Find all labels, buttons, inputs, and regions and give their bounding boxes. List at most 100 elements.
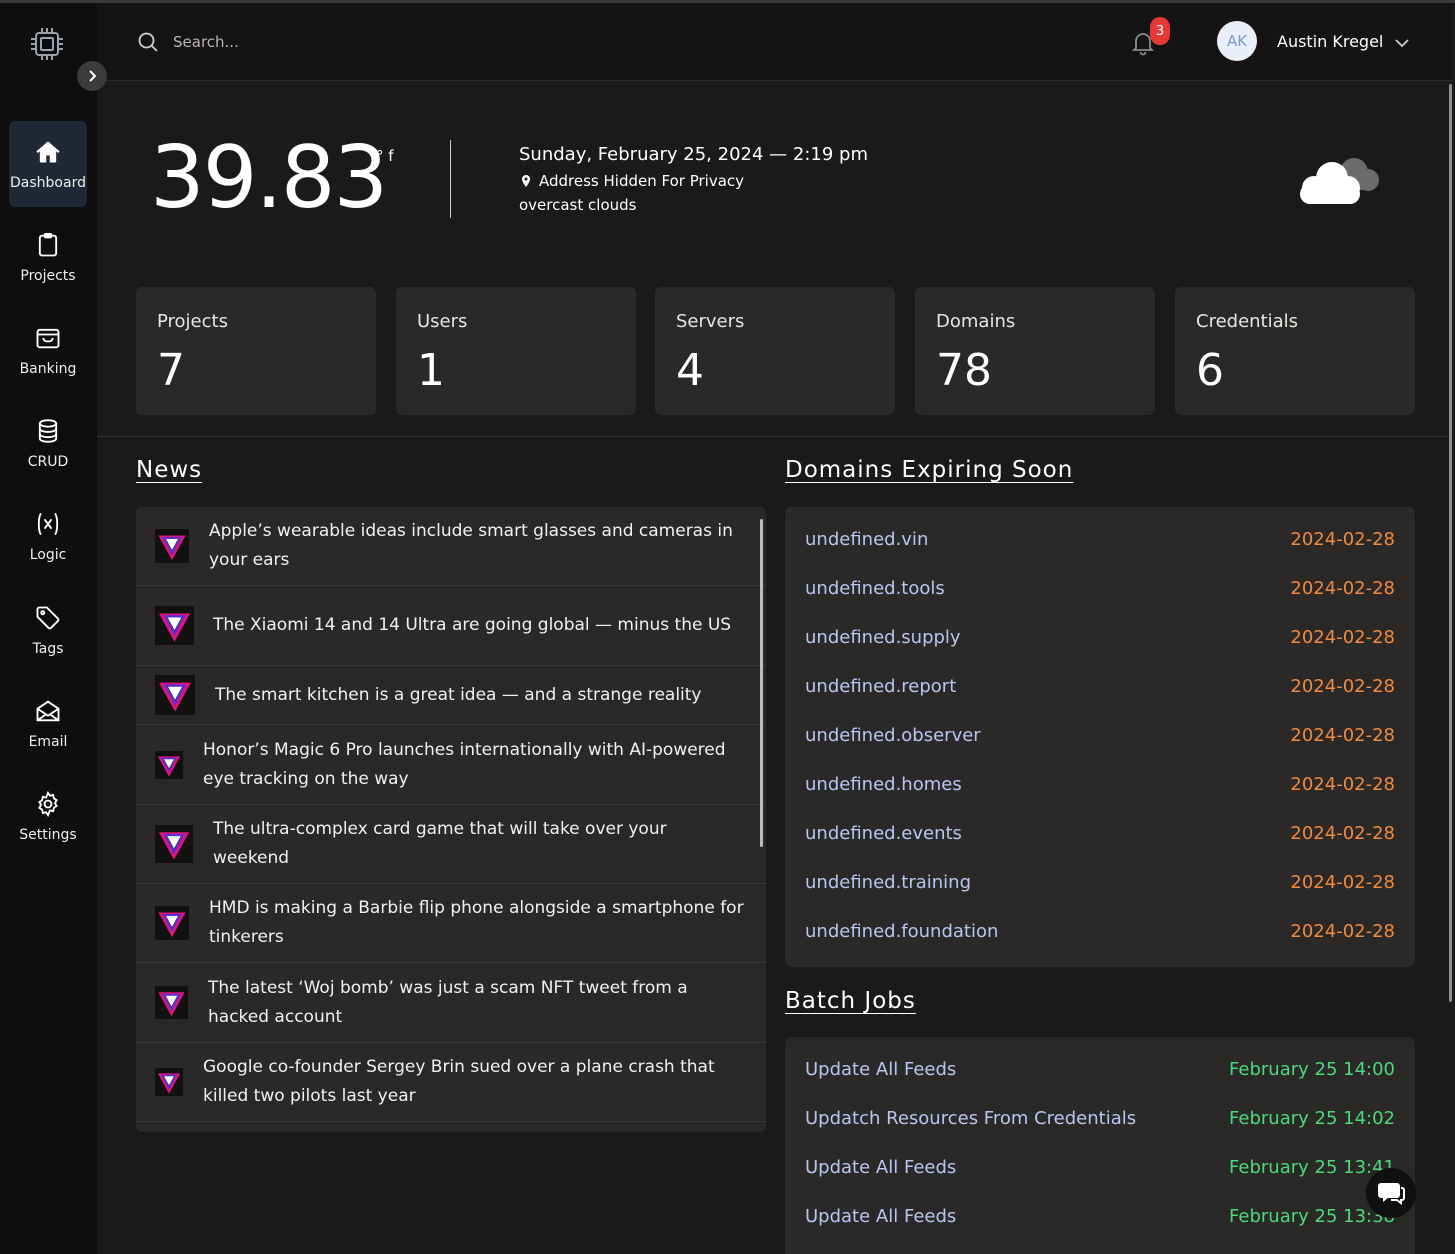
chip-logo-icon[interactable] [28, 25, 66, 63]
domain-row[interactable]: undefined.vin 2024-02-28 [805, 529, 1395, 559]
batch-job-name: Update All Feeds [805, 1206, 957, 1227]
domains-title[interactable]: Domains Expiring Soon [785, 457, 1073, 483]
stat-label: Projects [157, 311, 228, 332]
domain-row[interactable]: undefined.report 2024-02-28 [805, 676, 1395, 706]
stat-value: 7 [157, 345, 185, 396]
domains-list: undefined.vin 2024-02-28 undefined.tools… [785, 507, 1415, 967]
sidebar-item-tags[interactable]: Tags [9, 587, 87, 673]
news-item[interactable]: Google co-founder Sergey Brin sued over … [136, 1043, 766, 1122]
stat-value: 4 [676, 345, 704, 396]
news-item[interactable]: HMD is making a Barbie flip phone alongs… [136, 884, 766, 963]
sidebar-item-logic[interactable]: Logic [9, 493, 87, 579]
page-scrollbar[interactable] [1449, 84, 1452, 1002]
domain-expiry-date: 2024-02-28 [1290, 725, 1395, 746]
batch-job-name: Update All Feeds [805, 1059, 957, 1080]
search-icon [138, 32, 158, 52]
news-title[interactable]: News [136, 457, 202, 483]
domain-name: undefined.homes [805, 774, 962, 795]
chat-bubble-icon [1378, 1183, 1405, 1205]
avatar[interactable]: AK [1217, 21, 1257, 61]
domain-row[interactable]: undefined.homes 2024-02-28 [805, 774, 1395, 804]
wallet-icon [36, 328, 60, 348]
temperature-value: 39.83 [150, 128, 388, 228]
domain-expiry-date: 2024-02-28 [1290, 872, 1395, 893]
stat-label: Servers [676, 311, 745, 332]
sidebar-item-label: Banking [19, 360, 77, 377]
batch-job-row[interactable]: Update All Feeds February 25 13:38 [805, 1206, 1395, 1236]
home-icon [36, 141, 60, 162]
domain-name: undefined.foundation [805, 921, 999, 942]
domain-row[interactable]: undefined.observer 2024-02-28 [805, 725, 1395, 755]
news-item[interactable]: The ultra-complex card game that will ta… [136, 805, 766, 884]
verge-logo-icon [155, 529, 189, 563]
clipboard-icon [38, 232, 58, 256]
domain-row[interactable]: undefined.training 2024-02-28 [805, 872, 1395, 902]
news-item[interactable]: The latest ‘Woj bomb’ was just a scam NF… [136, 963, 766, 1043]
verge-logo-icon [155, 750, 183, 779]
map-pin-icon [522, 175, 530, 187]
search-input[interactable] [173, 27, 573, 57]
sidebar-item-label: Tags [32, 640, 64, 657]
sidebar-item-label: CRUD [27, 453, 69, 470]
sidebar-item-dashboard[interactable]: Dashboard [9, 121, 87, 207]
domain-name: undefined.training [805, 872, 972, 893]
sidebar-item-label: Projects [20, 267, 76, 284]
stat-card-domains[interactable]: Domains 78 [915, 287, 1155, 415]
news-item[interactable]: Apple’s wearable ideas include smart gla… [136, 507, 766, 586]
news-item[interactable]: The Xiaomi 14 and 14 Ultra are going glo… [136, 586, 766, 666]
tag-icon [36, 606, 60, 629]
chat-button[interactable] [1366, 1168, 1416, 1218]
stat-card-projects[interactable]: Projects 7 [136, 287, 376, 415]
sidebar-item-label: Logic [29, 546, 67, 563]
sidebar-item-settings[interactable]: Settings [9, 773, 87, 859]
stat-card-users[interactable]: Users 1 [396, 287, 636, 415]
sidebar-toggle-button[interactable] [77, 61, 107, 91]
sidebar-item-banking[interactable]: Banking [9, 307, 87, 393]
sidebar-item-email[interactable]: Email [9, 680, 87, 766]
stat-label: Credentials [1196, 311, 1299, 332]
batch-job-row[interactable]: Updatch Resources From Credentials Febru… [805, 1108, 1395, 1138]
batch-job-name: Updatch Resources From Credentials [805, 1108, 1137, 1129]
domain-row[interactable]: undefined.foundation 2024-02-28 [805, 921, 1395, 951]
section-divider [97, 436, 1452, 437]
domain-row[interactable]: undefined.supply 2024-02-28 [805, 627, 1395, 657]
top-header: 3 AK Austin Kregel [97, 3, 1452, 81]
news-scrollbar[interactable] [760, 519, 763, 847]
batch-job-time: February 25 14:00 [1229, 1059, 1395, 1080]
domain-expiry-date: 2024-02-28 [1290, 627, 1395, 648]
news-headline: Google co-founder Sergey Brin sued over … [203, 1057, 715, 1106]
stat-value: 6 [1196, 345, 1224, 396]
verge-logo-icon [155, 986, 188, 1019]
chevron-right-icon [89, 70, 97, 82]
sidebar-item-projects[interactable]: Projects [9, 214, 87, 300]
news-item[interactable]: The smart kitchen is a great idea — and … [136, 666, 766, 725]
verge-logo-icon [155, 606, 194, 645]
domain-expiry-date: 2024-02-28 [1290, 774, 1395, 795]
user-name[interactable]: Austin Kregel [1277, 32, 1383, 51]
sidebar: Dashboard Projects Banking CRUD Logic Ta… [0, 3, 97, 1254]
batch-jobs-title[interactable]: Batch Jobs [785, 988, 916, 1014]
batch-job-row[interactable]: Update All Feeds February 25 14:00 [805, 1059, 1395, 1089]
sidebar-item-crud[interactable]: CRUD [9, 400, 87, 486]
sidebar-item-label: Settings [19, 826, 77, 843]
stat-value: 1 [417, 345, 445, 396]
domain-name: undefined.tools [805, 578, 945, 599]
news-item[interactable]: Honor’s Magic 6 Pro launches internation… [136, 725, 766, 805]
chevron-down-icon[interactable] [1393, 34, 1411, 52]
domain-row[interactable]: undefined.tools 2024-02-28 [805, 578, 1395, 608]
batch-job-row[interactable]: Update All Feeds February 25 13:41 [805, 1157, 1395, 1187]
batch-job-name: Update All Feeds [805, 1157, 957, 1178]
domain-name: undefined.observer [805, 725, 981, 746]
news-headline: HMD is making a Barbie flip phone alongs… [209, 898, 744, 947]
sidebar-item-label: Dashboard [10, 174, 86, 191]
temperature-unit: ° f [376, 147, 394, 165]
stat-card-credentials[interactable]: Credentials 6 [1175, 287, 1415, 415]
domain-row[interactable]: undefined.events 2024-02-28 [805, 823, 1395, 853]
domain-name: undefined.vin [805, 529, 929, 550]
stat-label: Domains [936, 311, 1016, 332]
weather-divider [450, 140, 451, 218]
news-headline: Honor’s Magic 6 Pro launches internation… [203, 739, 726, 789]
stat-card-servers[interactable]: Servers 4 [655, 287, 895, 415]
envelope-icon [36, 700, 60, 721]
domain-expiry-date: 2024-02-28 [1290, 921, 1395, 942]
